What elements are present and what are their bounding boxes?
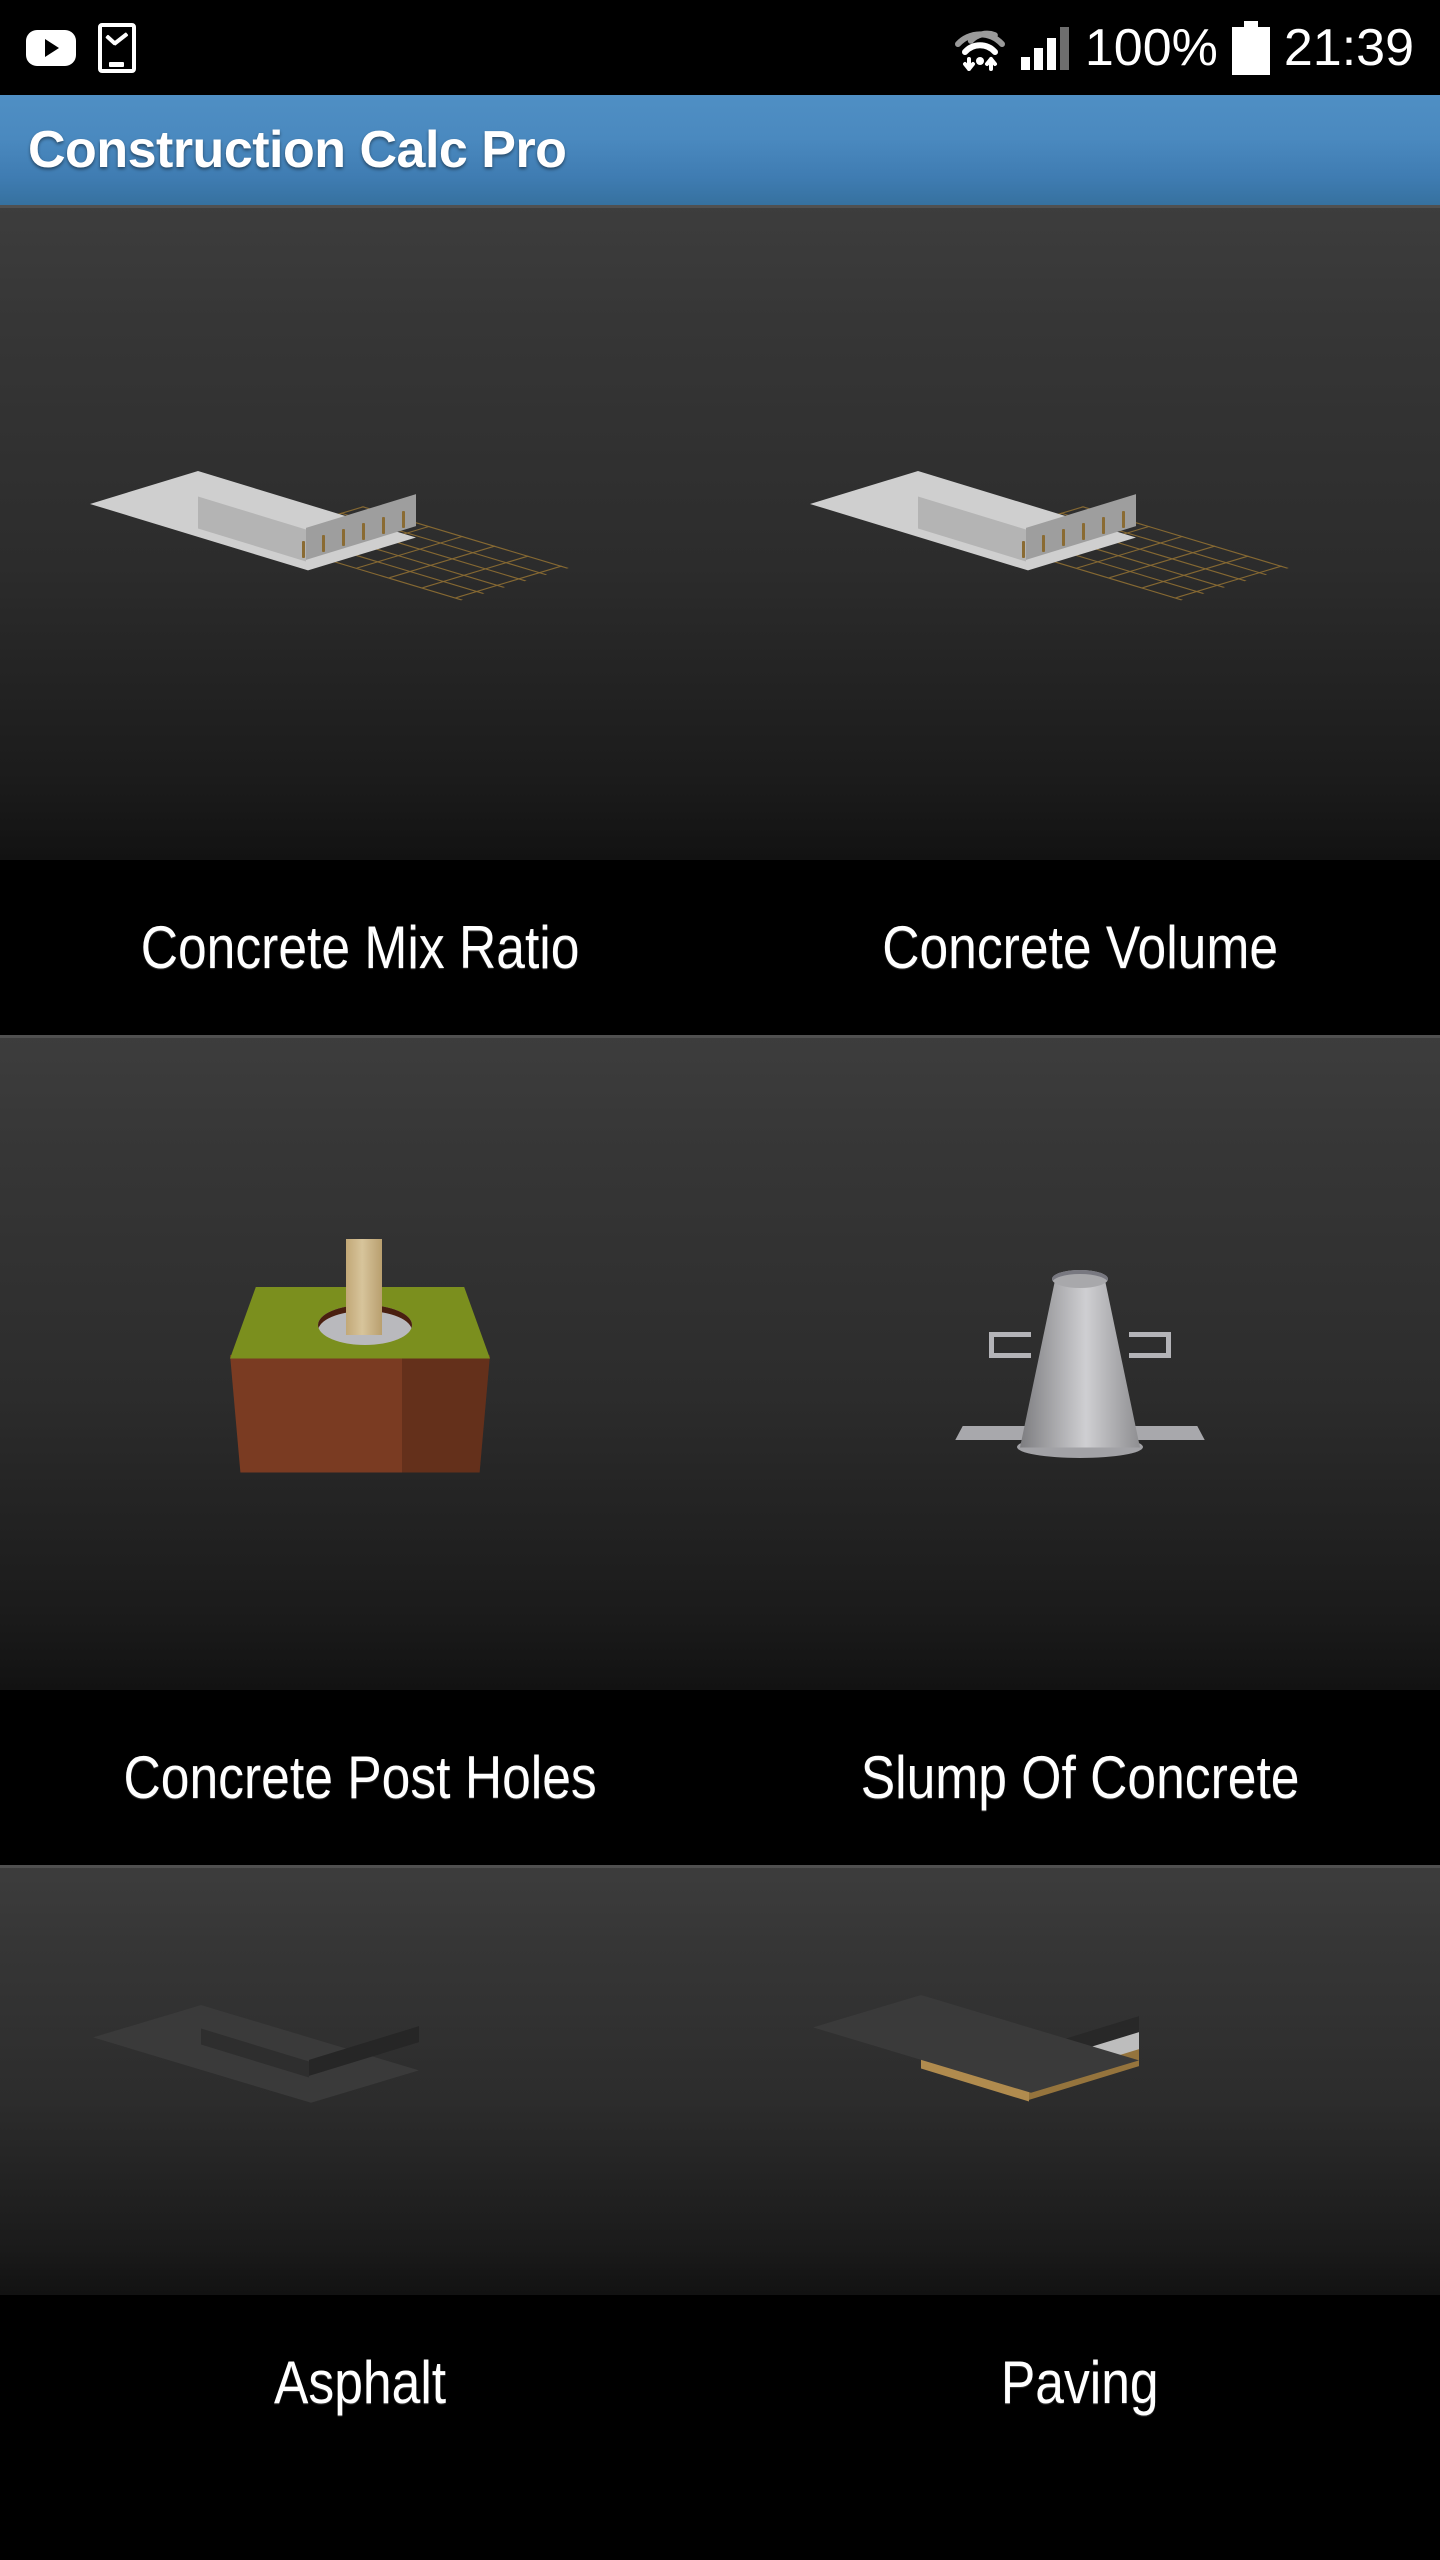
app-bar: Construction Calc Pro [0,95,1440,205]
calculator-grid: Concrete Mix Ratio Concrete Volume Concr… [0,205,1440,2470]
status-bar-left-icons [26,22,136,73]
concrete-slab-rebar-icon [90,433,569,633]
tile-concrete-post-holes-image[interactable] [0,1035,720,1690]
tile-slump-of-concrete-image[interactable] [720,1035,1440,1690]
tile-label-text: Concrete Post Holes [123,1744,597,1811]
tile-label-text: Concrete Mix Ratio [140,914,580,981]
grid-row-images [0,1035,1440,1690]
wifi-icon [953,25,1007,71]
clock-label: 21:39 [1283,18,1414,77]
tile-concrete-volume-image[interactable] [720,205,1440,860]
grid-row: Asphalt Paving [0,1865,1440,2470]
status-bar[interactable]: 100% 21:39 [0,0,1440,95]
tile-label-slump-of-concrete[interactable]: Slump Of Concrete [720,1690,1440,1865]
battery-icon [1231,20,1270,75]
tile-paving-image[interactable] [720,1865,1440,2295]
youtube-icon [26,29,76,66]
tile-label-concrete-mix-ratio[interactable]: Concrete Mix Ratio [0,860,720,1035]
tile-label-text: Concrete Volume [882,914,1278,981]
tile-label-text: Slump Of Concrete [860,1744,1300,1811]
slump-cone-icon [955,1248,1205,1478]
concrete-slab-rebar-icon [810,433,1289,633]
device-check-icon [98,22,136,73]
cellular-signal-icon [1020,26,1071,70]
tile-label-asphalt[interactable]: Asphalt [0,2295,720,2470]
grid-row-labels: Concrete Mix Ratio Concrete Volume [0,860,1440,1035]
grid-row: Concrete Mix Ratio Concrete Volume [0,205,1440,1035]
grid-row: Concrete Post Holes Slump Of Concrete [0,1035,1440,1865]
status-bar-right-cluster: 100% 21:39 [953,18,1414,77]
tile-label-concrete-post-holes[interactable]: Concrete Post Holes [0,1690,720,1865]
grid-row-labels: Asphalt Paving [0,2295,1440,2470]
battery-percent-label: 100% [1084,18,1218,77]
tile-label-text: Asphalt [273,2349,447,2416]
asphalt-slab-icon [93,2005,525,2155]
post-hole-icon [220,1238,500,1483]
tile-asphalt-image[interactable] [0,1865,720,2295]
tile-concrete-mix-ratio-image[interactable] [0,205,720,860]
tile-label-concrete-volume[interactable]: Concrete Volume [720,860,1440,1035]
grid-row-images [0,1865,1440,2295]
grid-row-images [0,205,1440,860]
pavement-layers-icon [813,1995,1245,2165]
grid-row-labels: Concrete Post Holes Slump Of Concrete [0,1690,1440,1865]
tile-label-paving[interactable]: Paving [720,2295,1440,2470]
tile-label-text: Paving [1001,2349,1159,2416]
page-title: Construction Calc Pro [28,121,567,179]
